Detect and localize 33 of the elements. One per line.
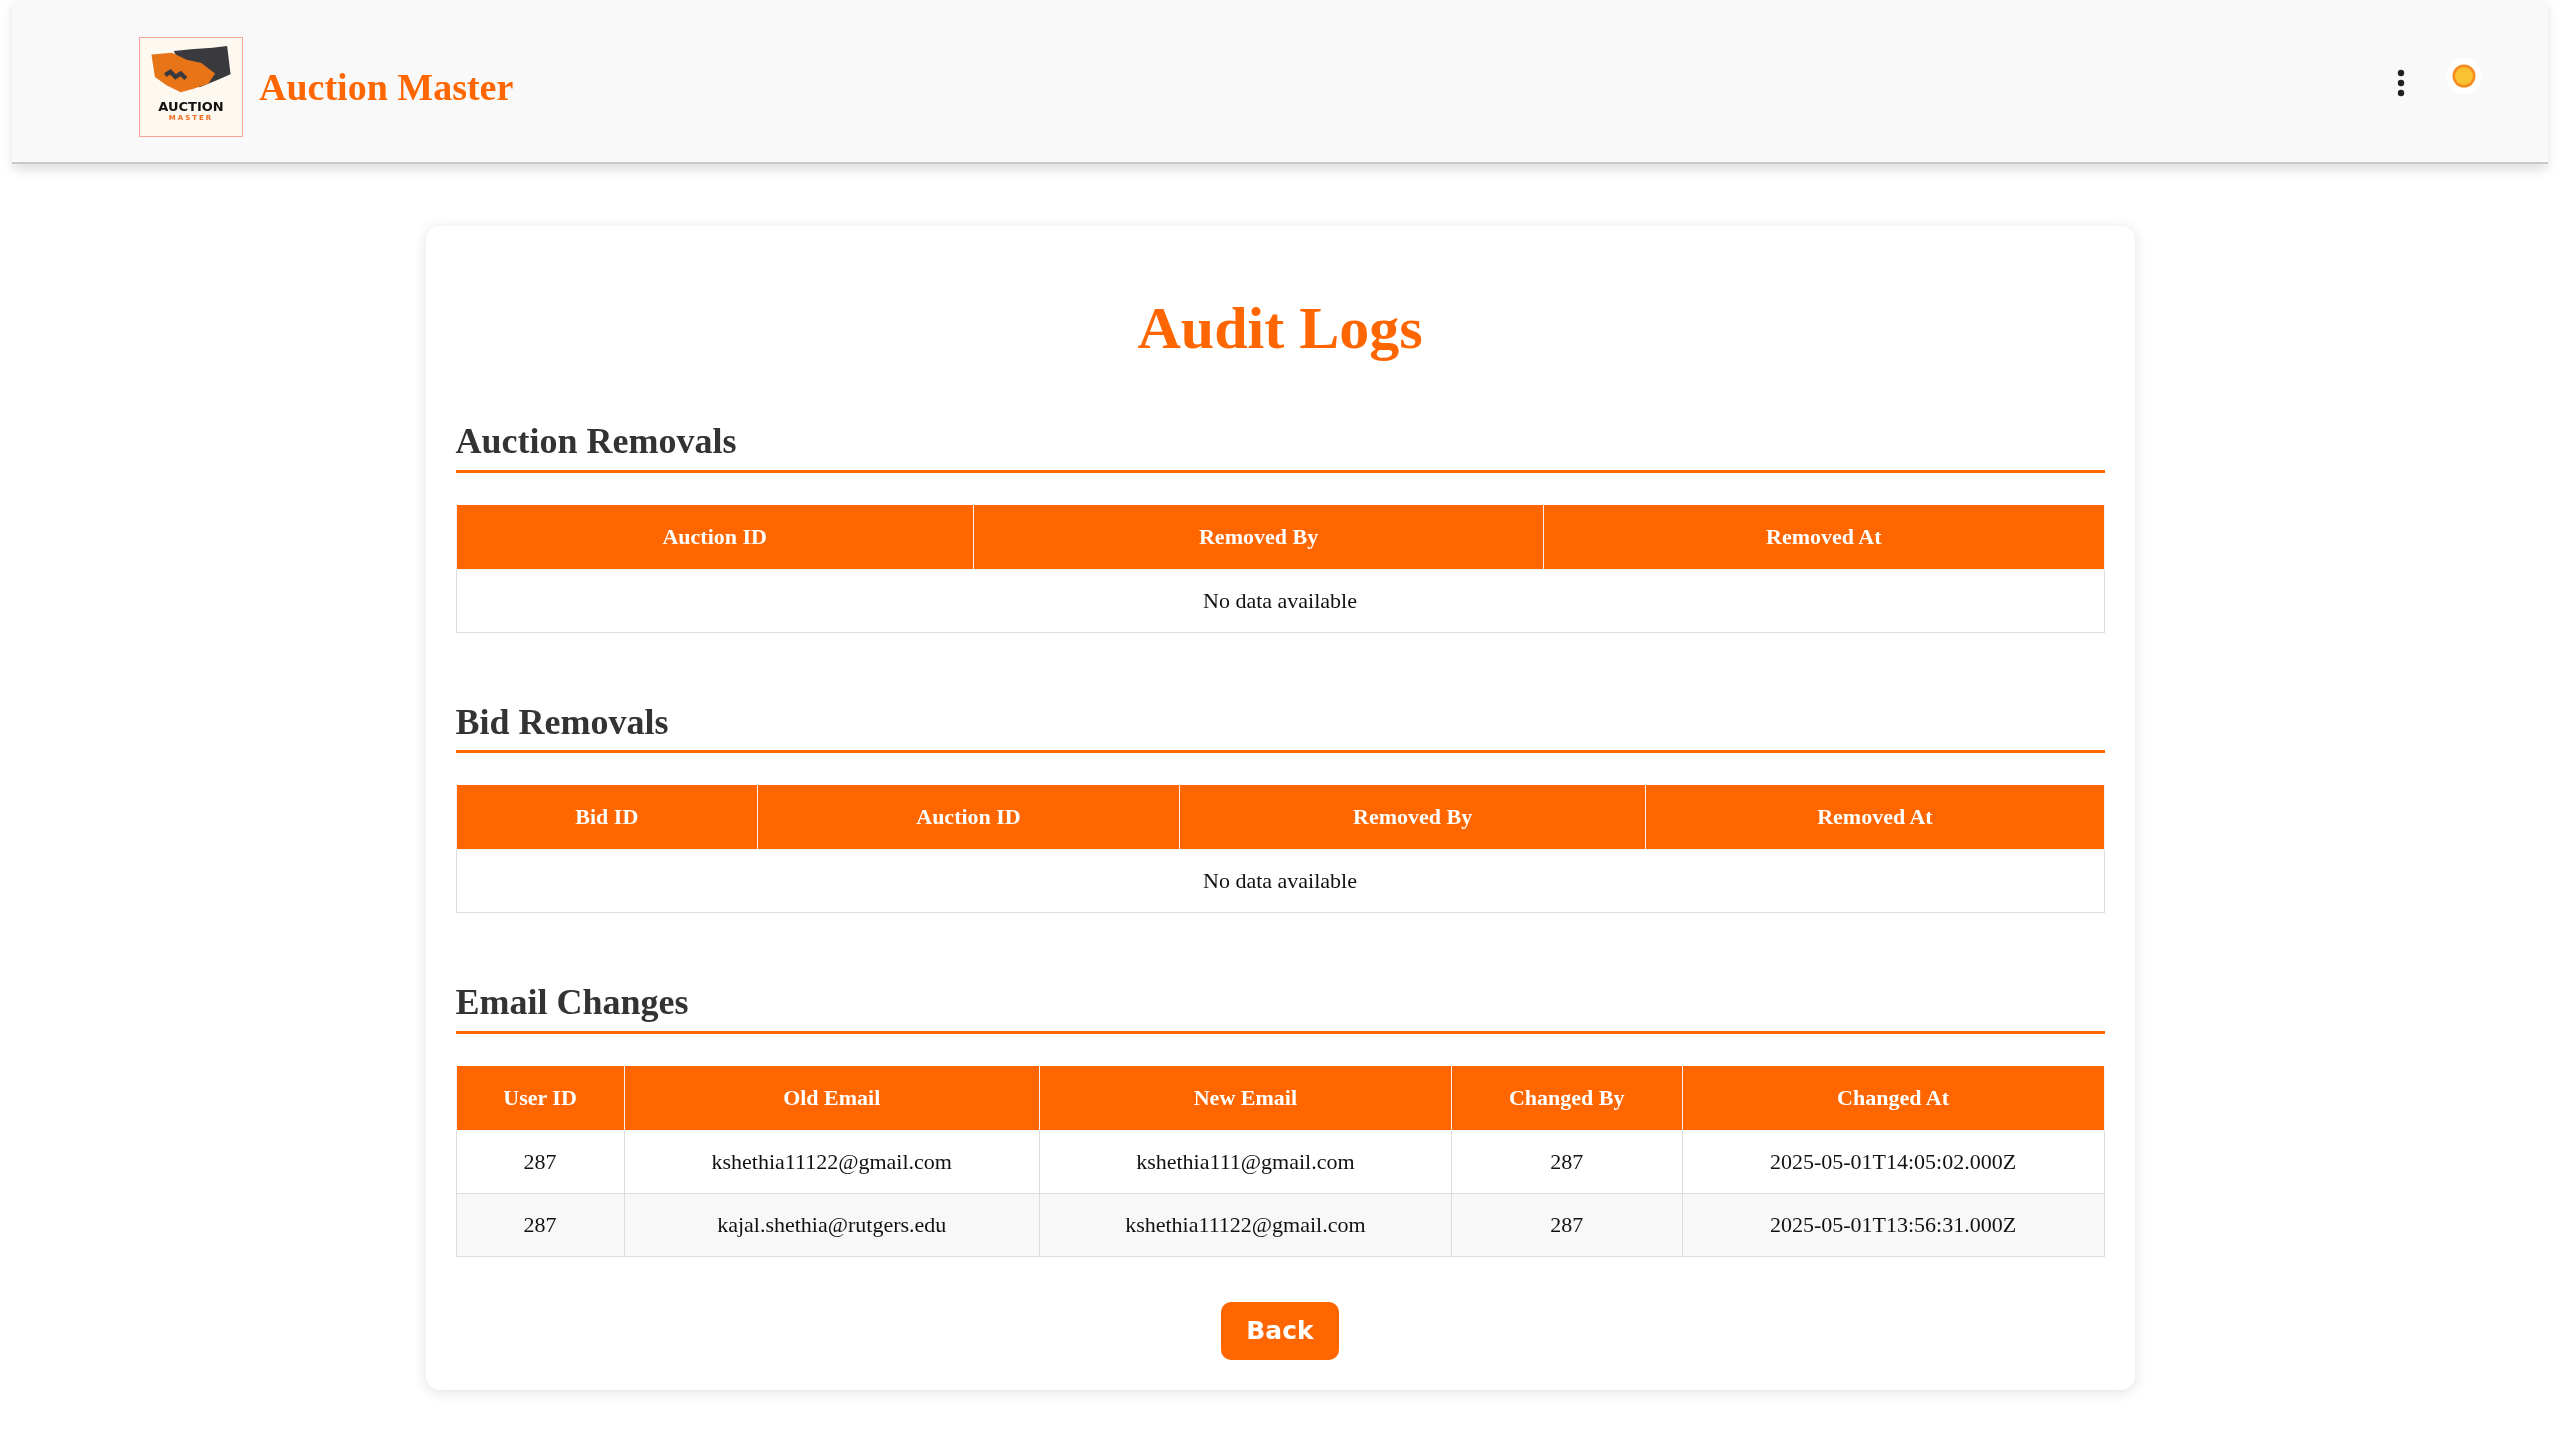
table-cell: 2025-05-01T14:05:02.000Z [1682, 1130, 2104, 1194]
table-cell: kshethia11122@gmail.com [1039, 1193, 1452, 1257]
table-cell: kajal.shethia@rutgers.edu [624, 1193, 1040, 1257]
sun-icon [2452, 64, 2476, 88]
column-header: Bid ID [456, 785, 758, 850]
table-cell: 287 [1451, 1130, 1683, 1194]
empty-message: No data available [456, 849, 2104, 913]
table-cell: kshethia111@gmail.com [1039, 1130, 1452, 1194]
column-header: Auction ID [757, 785, 1180, 850]
table-cell: 287 [1451, 1193, 1683, 1257]
more-options-icon[interactable] [2396, 69, 2406, 97]
column-header: Changed At [1682, 1065, 2104, 1131]
table-cell: 287 [456, 1193, 625, 1257]
column-header: Removed At [1543, 504, 2104, 570]
column-header: User ID [456, 1065, 625, 1131]
column-header: Removed By [973, 504, 1544, 570]
app-title: Auction Master [259, 65, 514, 109]
section-heading: Bid Removals [455, 702, 2105, 754]
column-header: Old Email [624, 1065, 1040, 1131]
table-cell: 287 [456, 1130, 625, 1194]
column-header: Removed At [1645, 785, 2104, 850]
section-heading: Email Changes [455, 983, 2105, 1034]
section-heading: Auction Removals [455, 422, 2105, 473]
table-cell: kshethia11122@gmail.com [624, 1130, 1040, 1194]
page-title: Audit Logs [1136, 294, 1424, 363]
column-header: Changed By [1451, 1065, 1683, 1131]
empty-message: No data available [456, 569, 2104, 633]
logo-text: AUCTION [158, 100, 224, 114]
column-header: Auction ID [456, 504, 974, 570]
table-cell: 2025-05-01T13:56:31.000Z [1682, 1193, 2104, 1257]
theme-toggle[interactable] [2446, 58, 2482, 94]
column-header: New Email [1039, 1065, 1452, 1131]
column-header: Removed By [1179, 785, 1646, 850]
